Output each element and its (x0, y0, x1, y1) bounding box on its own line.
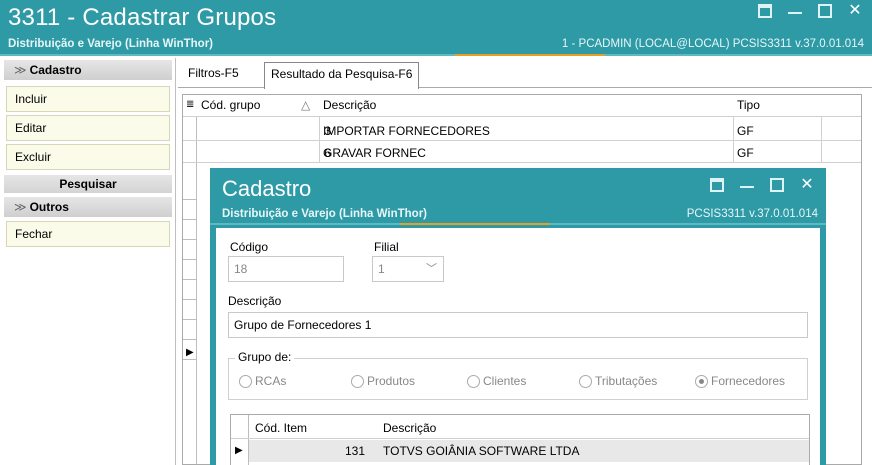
row-indicator (183, 201, 197, 220)
column-header-cod-item[interactable]: Cód. Item (255, 421, 307, 435)
tab-resultado[interactable]: Resultado da Pesquisa-F6 (264, 62, 420, 89)
window-title: 3311 - Cadastrar Grupos (8, 4, 277, 31)
dialog-info: PCSIS3311 v.37.0.01.014 (686, 208, 818, 220)
sidebar-item-editar[interactable]: Editar (6, 115, 170, 141)
column-chooser-icon[interactable]: ≣ (186, 99, 194, 110)
row-indicator (183, 181, 197, 200)
dialog-title: Cadastro (222, 176, 312, 201)
row-divider (183, 140, 861, 141)
cell-tipo: GF (737, 124, 754, 138)
descricao-field[interactable]: Grupo de Fornecedores 1 (228, 312, 808, 338)
filial-label: Filial (374, 240, 399, 254)
table-row[interactable]: 131 TOTVS GOIÂNIA SOFTWARE LTDA (249, 440, 809, 462)
window-subtitle: Distribuição e Varejo (Linha WinThor) (8, 38, 214, 50)
row-indicator (183, 301, 197, 320)
column-header-codigo[interactable]: Cód. grupo (201, 98, 260, 112)
row-indicator (183, 241, 197, 260)
row-indicator (183, 281, 197, 300)
grid-header: ≣ Cód. grupo △ Descrição Tipo (183, 95, 861, 117)
sidebar-header-outros[interactable]: ≫ Outros (4, 197, 172, 217)
window-info: 1 - PCADMIN (LOCAL@LOCAL) PCSIS3311 v.37… (561, 38, 864, 50)
sidebar-header-cadastro[interactable]: ≫ Cadastro (4, 60, 172, 80)
cadastro-dialog: Cadastro Distribuição e Varejo (Linha Wi… (210, 168, 826, 465)
maximize-icon[interactable] (818, 4, 832, 18)
close-icon[interactable]: ✕ (800, 177, 814, 193)
row-divider (183, 162, 861, 163)
radio-circle-icon (239, 374, 252, 388)
minimize-icon[interactable] (740, 178, 754, 188)
sidebar-item-incluir[interactable]: Incluir (6, 86, 170, 112)
radio-circle-icon (351, 374, 364, 388)
radio-produtos[interactable]: Produtos (351, 374, 415, 388)
main-title-bar: 3311 - Cadastrar Grupos Distribuição e V… (0, 0, 872, 56)
tab-filtros[interactable]: Filtros-F5 (182, 62, 245, 86)
restore-icon[interactable] (710, 178, 724, 192)
filial-select[interactable]: 1 ﹀ (372, 256, 444, 282)
descricao-label: Descrição (228, 294, 282, 308)
sidebar-item-pesquisar[interactable]: Pesquisar (4, 175, 172, 193)
items-grid: Cód. Item Descrição ▶ 131 TOTVS GOIÂNIA … (230, 414, 810, 465)
items-grid-header: Cód. Item Descrição (231, 415, 809, 439)
dialog-rule-accent (400, 223, 550, 225)
chevron-double-icon: ≫ (14, 63, 27, 77)
row-indicator (183, 341, 197, 360)
radio-selected-icon (695, 374, 708, 388)
minimize-icon[interactable] (788, 4, 802, 14)
codigo-field[interactable]: 18 (228, 256, 344, 282)
restore-icon[interactable] (758, 4, 772, 18)
row-indicator (183, 321, 197, 340)
cell-descricao: TOTVS GOIÂNIA SOFTWARE LTDA (383, 444, 580, 458)
close-icon[interactable]: ✕ (848, 3, 862, 19)
filial-value: 1 (378, 262, 385, 276)
current-row-arrow-icon: ▶ (235, 445, 243, 456)
table-row[interactable]: 6 GRAVAR FORNEC GF (197, 143, 821, 162)
dialog-body: Código 18 Filial 1 ﹀ Descrição Grupo de … (216, 228, 820, 465)
sidebar-item-fechar[interactable]: Fechar (6, 221, 170, 247)
radio-clientes[interactable]: Clientes (467, 374, 526, 388)
maximize-icon[interactable] (770, 178, 784, 192)
column-header-descricao[interactable]: Descrição (383, 421, 436, 435)
sort-asc-icon: △ (301, 98, 311, 112)
radio-circle-icon (579, 374, 592, 388)
column-header-tipo[interactable]: Tipo (737, 98, 760, 112)
sidebar: ≫ Cadastro Incluir Editar Excluir Pesquis… (0, 58, 176, 465)
cell-cod-item: 131 (344, 444, 365, 458)
chevron-down-icon[interactable]: ﹀ (426, 257, 437, 281)
dialog-window-buttons: ✕ (710, 177, 814, 193)
dialog-subtitle: Distribuição e Varejo (Linha WinThor) (222, 208, 428, 220)
tab-strip: Filtros-F5 Resultado da Pesquisa-F6 (178, 58, 872, 89)
grupo-de-groupbox: Grupo de: RCAs Produtos Clientes Tributa… (228, 350, 808, 400)
row-indicator (183, 221, 197, 240)
codigo-label: Código (230, 240, 269, 254)
chevron-double-icon: ≫ (14, 200, 27, 214)
cell-descricao: GRAVAR FORNEC (323, 146, 426, 160)
radio-rcas[interactable]: RCAs (239, 374, 286, 388)
grupo-de-label: Grupo de: (235, 350, 295, 364)
sidebar-item-excluir[interactable]: Excluir (6, 144, 170, 170)
table-row[interactable]: 3 IMPORTAR FORNECEDORES GF (197, 121, 821, 140)
cell-tipo: GF (737, 146, 754, 160)
radio-circle-icon (467, 374, 480, 388)
column-header-descricao[interactable]: Descrição (323, 98, 376, 112)
row-indicator (183, 261, 197, 280)
dialog-rule (210, 223, 826, 225)
title-rule-accent (455, 54, 605, 56)
title-rule (0, 54, 872, 56)
cell-descricao: IMPORTAR FORNECEDORES (323, 124, 490, 138)
window-buttons: ✕ (758, 3, 862, 19)
radio-fornecedores[interactable]: Fornecedores (695, 374, 785, 388)
radio-tributacoes[interactable]: Tributações (579, 374, 657, 388)
